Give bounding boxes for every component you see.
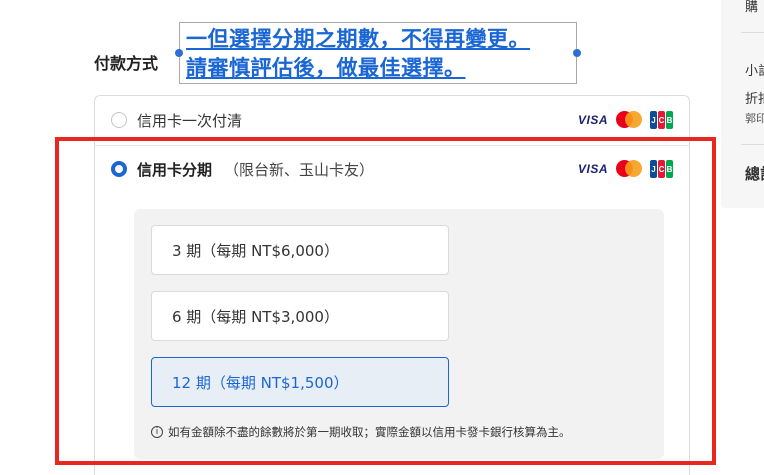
warning-note-line-2: 請審慎評估後，做最佳選擇。 — [186, 56, 466, 80]
summary-discount-label: 折扣 — [745, 92, 764, 107]
summary-total-label: 總計 — [745, 165, 764, 183]
summary-top-fragment: 購 — [745, 0, 759, 15]
radio-full-payment[interactable] — [111, 112, 127, 128]
resize-handle-left[interactable] — [175, 49, 183, 57]
summary-subtotal-label: 小計 — [745, 64, 764, 79]
highlight-box — [55, 137, 716, 465]
order-summary-panel: 購 小計 折扣 郭印 總計 — [721, 0, 764, 208]
resize-handle-right[interactable] — [573, 49, 581, 57]
warning-note-line-1: 一但選擇分期之期數，不得再變更。 — [186, 27, 530, 51]
visa-icon: VISA — [577, 113, 608, 127]
payment-method-label: 付款方式 — [94, 54, 159, 73]
summary-divider — [741, 32, 764, 33]
summary-divider — [741, 144, 764, 145]
summary-discount-sub: 郭印 — [745, 112, 764, 125]
warning-note-textbox[interactable]: 一但選擇分期之期數，不得再變更。 請審慎評估後，做最佳選擇。 — [179, 22, 577, 84]
jcb-icon: JCB — [650, 111, 673, 129]
option-full-payment-label: 信用卡一次付清 — [137, 111, 243, 130]
mastercard-icon — [616, 111, 642, 129]
